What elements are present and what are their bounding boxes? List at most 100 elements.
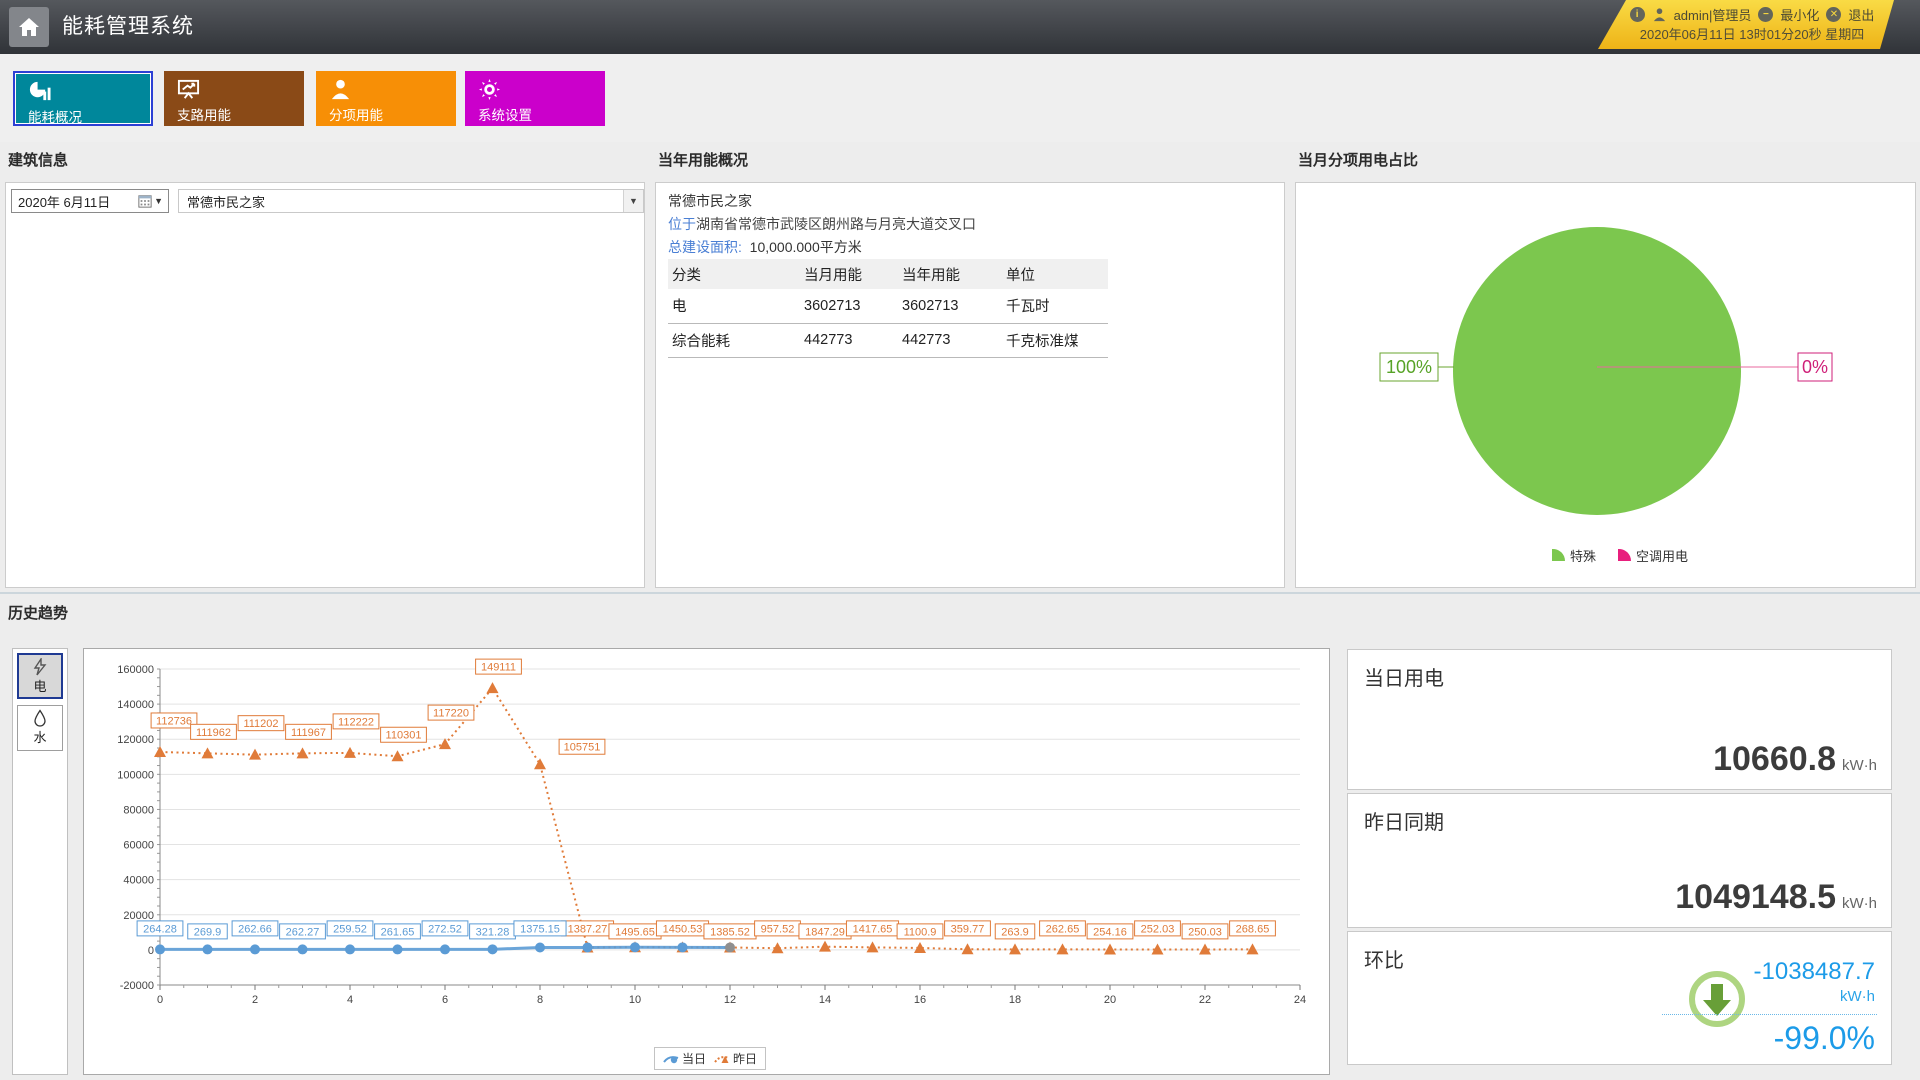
data-label: 262.65	[1046, 923, 1080, 935]
date-value: 2020年 6月11日	[12, 192, 138, 211]
building-location: 位于湖南省常德市武陵区朗州路与月亮大道交叉口	[668, 214, 976, 234]
x-tick-label: 8	[537, 994, 543, 1006]
calendar-icon	[138, 194, 152, 208]
pie-slice-icon	[1552, 549, 1565, 561]
data-label: 1375.15	[520, 923, 560, 935]
exit-button[interactable]: 退出	[1848, 5, 1874, 24]
building-name: 常德市民之家	[668, 191, 752, 211]
nav-button-subitem-energy[interactable]: 分项用能	[316, 71, 456, 126]
x-tick-label: 22	[1199, 994, 1211, 1006]
table-header: 当年用能	[898, 259, 1002, 289]
today-marker	[678, 942, 688, 952]
water-drop-icon	[32, 709, 48, 727]
x-tick-label: 24	[1294, 994, 1306, 1006]
lightning-icon	[32, 658, 48, 676]
today-marker	[393, 944, 403, 954]
today-marker	[155, 944, 165, 954]
nav-button-branch-energy[interactable]: 支路用能	[164, 71, 304, 126]
table-header: 当月用能	[800, 259, 898, 289]
x-tick-label: 16	[914, 994, 926, 1006]
table-cell: 千克标准煤	[1002, 323, 1108, 357]
gear-icon	[478, 78, 501, 101]
y-tick-label: 60000	[123, 840, 154, 852]
minimize-button[interactable]: 最小化	[1780, 5, 1819, 24]
tab-electricity[interactable]: 电	[17, 653, 63, 699]
minimize-icon[interactable]: −	[1758, 7, 1773, 22]
data-label: 1847.29	[805, 926, 845, 938]
legend-today[interactable]: 当日	[663, 1050, 706, 1067]
data-label: 117220	[433, 708, 469, 720]
data-label: 112736	[156, 715, 192, 727]
unit-label: kW·h	[1840, 988, 1875, 1005]
building-select[interactable]: 常德市民之家 ▼	[178, 189, 644, 213]
today-marker	[440, 944, 450, 954]
dropdown-arrow-icon[interactable]: ▼	[623, 190, 643, 212]
table-cell: 电	[668, 289, 800, 323]
annual-overview-title: 当年用能概况	[658, 149, 748, 170]
energy-table: 分类当月用能当年用能单位 电36027133602713千瓦时综合能耗44277…	[668, 259, 1108, 358]
info-icon[interactable]: i	[1630, 7, 1645, 22]
today-marker	[345, 944, 355, 954]
home-button[interactable]	[9, 7, 49, 47]
presentation-chart-icon	[177, 78, 200, 101]
x-tick-label: 14	[819, 994, 831, 1006]
pie-legend-aircon[interactable]: 空调用电	[1636, 549, 1688, 564]
user-name: admin|管理员	[1674, 5, 1752, 24]
chart-legend: 当日 昨日	[654, 1047, 766, 1070]
yesterday-marker	[534, 758, 546, 769]
person-icon	[329, 78, 352, 101]
data-label: 269.9	[194, 926, 222, 938]
data-label: 1387.27	[568, 923, 608, 935]
trend-chart-panel: -200000200004000060000800001000001200001…	[83, 648, 1330, 1075]
legend-yesterday[interactable]: 昨日	[714, 1050, 757, 1067]
data-label: 359.77	[951, 923, 985, 935]
tab-water[interactable]: 水	[17, 705, 63, 751]
annual-overview-panel: 常德市民之家 位于湖南省常德市武陵区朗州路与月亮大道交叉口 总建设面积: 10,…	[655, 182, 1285, 588]
datetime-text: 2020年06月11日 13时01分20秒 星期四	[1628, 25, 1876, 45]
data-label: 261.65	[381, 926, 415, 938]
table-header: 分类	[668, 259, 800, 289]
pie-label-100: 100%	[1386, 357, 1432, 377]
today-marker	[488, 944, 498, 954]
data-label: 111202	[243, 718, 278, 730]
x-tick-label: 18	[1009, 994, 1021, 1006]
yesterday-marker	[392, 750, 404, 761]
x-tick-label: 20	[1104, 994, 1116, 1006]
pie-legend-special[interactable]: 特殊	[1570, 549, 1596, 564]
date-picker[interactable]: 2020年 6月11日 ▼	[11, 189, 169, 213]
data-label: 110301	[386, 730, 422, 742]
nav-button-settings[interactable]: 系统设置	[465, 71, 605, 126]
user-badge: i admin|管理员 − 最小化 ✕ 退出 2020年06月11日 13时01…	[1598, 0, 1894, 49]
legend-line-triangle-icon	[714, 1053, 730, 1065]
table-cell: 442773	[800, 323, 898, 357]
home-icon	[17, 15, 41, 39]
section-divider	[0, 592, 1920, 594]
trend-chart: -200000200004000060000800001000001200001…	[90, 655, 1325, 1027]
data-label: 252.03	[1141, 923, 1175, 935]
y-tick-label: 40000	[123, 875, 154, 887]
yesterday-usage-card: 昨日同期 1049148.5kW·h	[1347, 793, 1892, 928]
y-tick-label: 100000	[117, 769, 154, 781]
pie-panel: 100% 0% 特殊 空调用电	[1295, 182, 1916, 588]
table-cell: 3602713	[898, 289, 1002, 323]
x-tick-label: 12	[724, 994, 736, 1006]
data-label: 111967	[291, 727, 326, 739]
close-icon[interactable]: ✕	[1826, 7, 1841, 22]
yesterday-marker	[1104, 943, 1116, 954]
data-label: 259.52	[333, 923, 367, 935]
yesterday-marker	[487, 682, 499, 693]
nav-button-energy-overview[interactable]: 能耗概况	[13, 71, 153, 126]
data-label: 262.66	[238, 923, 272, 935]
yesterday-marker	[772, 942, 784, 953]
today-usage-value: 10660.8kW·h	[1713, 740, 1877, 779]
pie-chart: 100% 0% 特殊 空调用电	[1296, 183, 1915, 587]
data-label: 1100.9	[904, 926, 937, 938]
header-bar: 能耗管理系统 i admin|管理员 − 最小化 ✕ 退出 2020年06月11…	[0, 0, 1920, 54]
x-tick-label: 10	[629, 994, 641, 1006]
today-marker	[298, 944, 308, 954]
ratio-diff-value: -1038487.7	[1754, 958, 1875, 986]
data-label: 268.65	[1236, 923, 1270, 935]
data-label: 111962	[196, 727, 231, 739]
today-marker	[630, 942, 640, 952]
table-cell: 442773	[898, 323, 1002, 357]
